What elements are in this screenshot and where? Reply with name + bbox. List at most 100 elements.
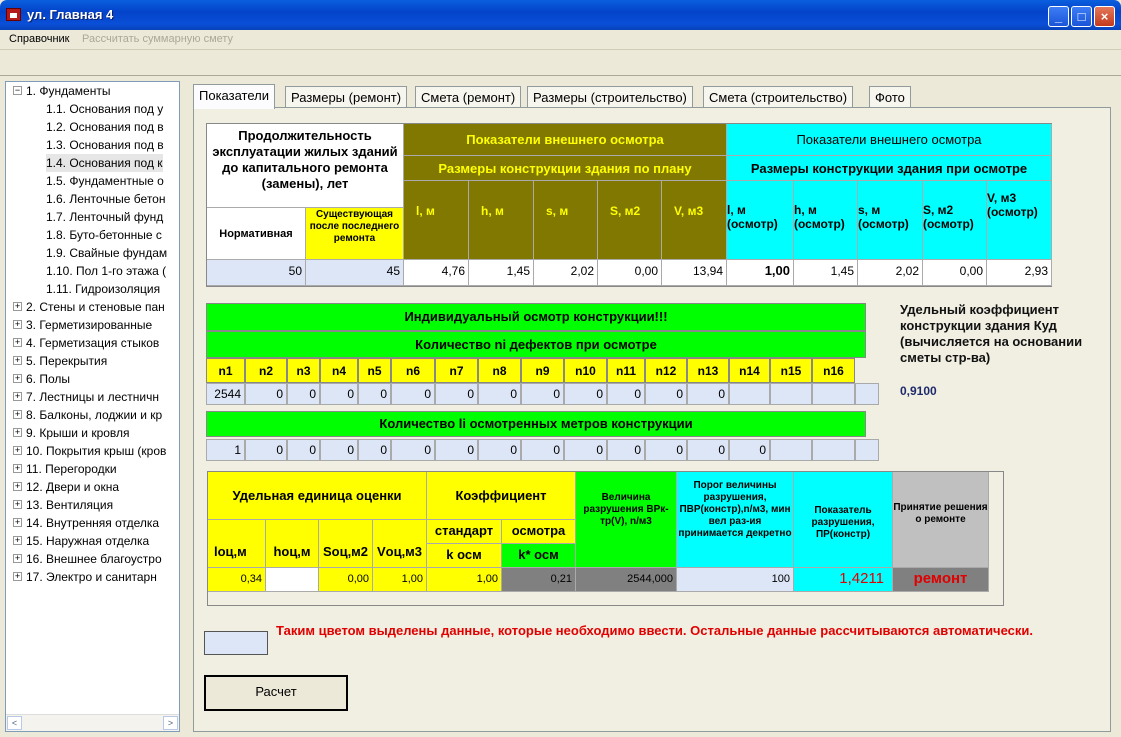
expand-icon[interactable]: + [13, 446, 22, 455]
meters-input[interactable]: 0 [391, 439, 435, 461]
tree-node-8[interactable]: 8. Балконы, лоджии и кр [26, 406, 162, 424]
meters-input[interactable]: 0 [358, 439, 391, 461]
tree-item-1-6[interactable]: 1.6. Ленточные бетон [46, 190, 165, 208]
expand-icon[interactable]: + [13, 338, 22, 347]
tab-sizes-build[interactable]: Размеры (строительство) [527, 86, 693, 108]
tab-photo[interactable]: Фото [869, 86, 911, 108]
scroll-right-icon[interactable]: > [163, 716, 178, 730]
meters-input[interactable]: 1 [206, 439, 245, 461]
tree-node-13[interactable]: 13. Вентиляция [26, 496, 113, 514]
tree-node-14[interactable]: 14. Внутренняя отделка [26, 514, 159, 532]
ext-header-plan: Показатели внешнего осмотра [404, 124, 727, 156]
expand-icon[interactable]: + [13, 302, 22, 311]
meters-input[interactable]: 0 [521, 439, 564, 461]
tree-item-1-2[interactable]: 1.2. Основания под в [46, 118, 164, 136]
meters-input[interactable] [770, 439, 812, 461]
maximize-button[interactable]: □ [1071, 6, 1092, 27]
expand-icon[interactable]: + [13, 572, 22, 581]
menu-calc-total[interactable]: Рассчитать суммарную смету [82, 33, 233, 45]
tab-sizes-repair[interactable]: Размеры (ремонт) [285, 86, 408, 108]
tree-node-1[interactable]: 1. Фундаменты [26, 82, 110, 100]
tree-node-15[interactable]: 15. Наружная отделка [26, 532, 149, 550]
tree-item-1-7[interactable]: 1.7. Ленточный фунд [46, 208, 163, 226]
menu-reference[interactable]: Справочник [9, 33, 70, 45]
expand-icon[interactable]: + [13, 374, 22, 383]
defect-input[interactable]: 0 [320, 383, 358, 405]
defect-input[interactable]: 0 [478, 383, 521, 405]
defect-input[interactable]: 0 [521, 383, 564, 405]
meters-input[interactable]: 0 [435, 439, 478, 461]
minimize-button[interactable]: _ [1048, 6, 1069, 27]
expand-icon[interactable]: + [13, 356, 22, 365]
tree-hscrollbar[interactable]: < > [6, 714, 179, 731]
defect-input[interactable]: 0 [435, 383, 478, 405]
meters-input[interactable]: 0 [687, 439, 729, 461]
defect-input[interactable]: 0 [358, 383, 391, 405]
defect-input[interactable]: 0 [245, 383, 287, 405]
defect-input[interactable]: 0 [645, 383, 687, 405]
input-threshold[interactable]: 100 [677, 568, 794, 592]
meters-input[interactable]: 0 [729, 439, 770, 461]
meters-input[interactable]: 0 [564, 439, 607, 461]
tree-node-11[interactable]: 11. Перегородки [26, 460, 117, 478]
defect-input[interactable] [770, 383, 812, 405]
expand-icon[interactable]: + [13, 500, 22, 509]
input-l-insp[interactable]: 1,00 [727, 260, 794, 286]
tab-estimate-build[interactable]: Смета (строительство) [703, 86, 854, 108]
tree-item-1-5[interactable]: 1.5. Фундаментные о [46, 172, 164, 190]
meters-input[interactable]: 0 [320, 439, 358, 461]
tree-item-1-3[interactable]: 1.3. Основания под в [46, 136, 164, 154]
tree-node-2[interactable]: 2. Стены и стеновые пан [26, 298, 165, 316]
calculate-button[interactable]: Расчет [204, 675, 348, 711]
defect-input[interactable]: 2544 [206, 383, 245, 405]
tree-item-1-9[interactable]: 1.9. Свайные фундам [46, 244, 167, 262]
duration-header: Продолжительность эксплуатации жилых зда… [207, 124, 404, 208]
tree-node-16[interactable]: 16. Внешнее благоустро [26, 550, 162, 568]
meters-input[interactable]: 0 [478, 439, 521, 461]
tree-item-1-8[interactable]: 1.8. Буто-бетонные с [46, 226, 162, 244]
tree-item-1-1[interactable]: 1.1. Основания под у [46, 100, 163, 118]
collapse-icon[interactable]: − [13, 86, 22, 95]
defect-input[interactable]: 0 [287, 383, 320, 405]
splitter[interactable] [182, 81, 186, 732]
expand-icon[interactable]: + [13, 518, 22, 527]
tree-node-5[interactable]: 5. Перекрытия [26, 352, 107, 370]
defect-input[interactable]: 0 [391, 383, 435, 405]
close-button[interactable]: × [1094, 6, 1115, 27]
tree-node-4[interactable]: 4. Герметизация стыков [26, 334, 159, 352]
meters-input[interactable]: 0 [607, 439, 645, 461]
tree-node-7[interactable]: 7. Лестницы и лестничн [26, 388, 159, 406]
expand-icon[interactable]: + [13, 536, 22, 545]
tree-node-10[interactable]: 10. Покрытия крыш (кров [26, 442, 166, 460]
expand-icon[interactable]: + [13, 320, 22, 329]
input-normative[interactable]: 50 [207, 260, 306, 286]
tree-node-12[interactable]: 12. Двери и окна [26, 478, 119, 496]
expand-icon[interactable]: + [13, 482, 22, 491]
defect-input[interactable] [812, 383, 855, 405]
tree-node-3[interactable]: 3. Герметизированные [26, 316, 152, 334]
meters-input[interactable]: 0 [287, 439, 320, 461]
tab-estimate-repair[interactable]: Смета (ремонт) [415, 86, 522, 108]
input-existing[interactable]: 45 [306, 260, 404, 286]
structure-tree[interactable]: − 1. Фундаменты 1.1. Основания под у 1.2.… [5, 81, 180, 732]
meters-input[interactable]: 0 [645, 439, 687, 461]
tree-item-1-11[interactable]: 1.11. Гидроизоляция [46, 280, 160, 298]
tree-node-9[interactable]: 9. Крыши и кровля [26, 424, 130, 442]
scroll-left-icon[interactable]: < [7, 716, 22, 730]
defect-input[interactable]: 0 [564, 383, 607, 405]
tree-node-6[interactable]: 6. Полы [26, 370, 70, 388]
defect-input[interactable]: 0 [687, 383, 729, 405]
tab-indicators[interactable]: Показатели [193, 84, 275, 109]
expand-icon[interactable]: + [13, 464, 22, 473]
defect-input[interactable]: 0 [607, 383, 645, 405]
tree-item-1-10[interactable]: 1.10. Пол 1-го этажа ( [46, 262, 166, 280]
defect-input[interactable] [729, 383, 770, 405]
expand-icon[interactable]: + [13, 428, 22, 437]
meters-input[interactable] [812, 439, 855, 461]
expand-icon[interactable]: + [13, 410, 22, 419]
tree-item-1-4[interactable]: 1.4. Основания под к [46, 154, 163, 172]
meters-input[interactable]: 0 [245, 439, 287, 461]
expand-icon[interactable]: + [13, 392, 22, 401]
expand-icon[interactable]: + [13, 554, 22, 563]
tree-node-17[interactable]: 17. Электро и санитарн [26, 568, 157, 586]
